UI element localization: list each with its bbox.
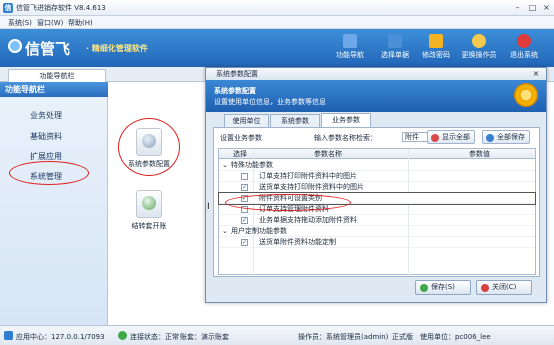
save-button-label: 保存(S)	[431, 283, 455, 291]
param-name: 业务单据支持拖动添加附件资料	[259, 216, 357, 224]
row-checkbox[interactable]: ✓	[241, 239, 248, 246]
check-icon	[420, 284, 428, 292]
status-edition: 正式版	[392, 333, 413, 341]
gear-icon	[514, 83, 538, 107]
save-button[interactable]: 保存(S)	[415, 280, 471, 295]
toolbar-nav-label: 功能导航	[336, 51, 364, 59]
row-checkbox[interactable]: ✓	[241, 184, 248, 191]
menu-help[interactable]: 帮助(H)	[68, 18, 93, 28]
toolbar-exit-label: 退出系统	[510, 51, 538, 59]
search-icon	[431, 134, 439, 142]
close-x-icon	[481, 284, 489, 292]
annotation-oval-tile	[118, 118, 180, 176]
settings-dialog: 系统参数配置 × 系统参数配置 设置使用单位信息，业务参数等信息 使用单位 系统…	[205, 67, 547, 303]
col-param-name: 参数名称	[314, 150, 342, 158]
group-label: 特殊功能参数	[231, 161, 273, 169]
table-row[interactable]: ✓ 送货单附件资料功能定制	[219, 237, 535, 248]
user-icon	[472, 34, 486, 48]
group-label: 用户定制功能参数	[231, 227, 287, 235]
toolbar-password-button[interactable]: 修改密码	[412, 31, 460, 65]
menu-bar: 系统(S) 窗口(W) 帮助(H)	[0, 16, 554, 29]
sidebar-item-business[interactable]: 业务处理	[30, 110, 62, 121]
status-operator: 操作员：系统管理员(admin)	[298, 333, 389, 341]
tile-carry-over[interactable]: 结转套开账	[123, 190, 175, 231]
toolbar-switch-user-label: 更换操作员	[461, 51, 497, 59]
toolbar-nav-button[interactable]: 功能导航	[326, 31, 374, 65]
connection-icon	[118, 331, 127, 340]
dialog-title: 系统参数配置	[206, 68, 546, 80]
dialog-header-desc: 设置使用单位信息，业务参数等信息	[214, 98, 326, 106]
search-label: 输入参数名称检索：	[314, 134, 377, 142]
docs-icon	[388, 34, 402, 48]
annotation-oval-system	[9, 161, 89, 185]
window-title: 信管飞进销存软件 V8.4.613	[16, 4, 106, 12]
save-icon	[486, 134, 494, 142]
sidebar-item-basic-data[interactable]: 基础资料	[30, 131, 62, 142]
close-button-label: 关闭(C)	[492, 283, 517, 291]
group-row[interactable]: ⌄ 特殊功能参数	[219, 160, 535, 171]
menu-system[interactable]: 系统(S)	[8, 18, 32, 28]
dialog-header-title: 系统参数配置	[214, 87, 256, 95]
sidebar-heading: 功能导航栏	[0, 82, 108, 97]
toolbar-switch-user-button[interactable]: 更换操作员	[455, 31, 503, 65]
param-name: 送货单支持打印附件资料中的图片	[259, 183, 364, 191]
collapse-icon[interactable]: ⌄	[222, 160, 228, 171]
table-row[interactable]: ✓ 业务单据支持拖动添加附件资料	[219, 215, 535, 226]
params-grid: 选择 参数名称 参数值 ⌄ 特殊功能参数 订单支持打印附件资料中的图片 ✓ 送货单支持打…	[218, 148, 536, 276]
show-all-label: 显示全部	[442, 133, 470, 141]
save-all-label: 全部保存	[497, 133, 525, 141]
status-connection: 连接状态：正常	[130, 333, 179, 341]
table-row[interactable]: ✓ 送货单支持打印附件资料中的图片	[219, 182, 535, 193]
close-button[interactable]: 关闭(C)	[476, 280, 532, 295]
menu-window[interactable]: 窗口(W)	[37, 18, 63, 28]
collapse-icon[interactable]: ⌄	[222, 226, 228, 237]
tile-carry-over-label: 结转套开账	[131, 222, 167, 230]
group-row[interactable]: ⌄ 用户定制功能参数	[219, 226, 535, 237]
dialog-header: 系统参数配置 设置使用单位信息，业务参数等信息	[206, 80, 546, 112]
status-account: 账套：演示账套	[180, 333, 229, 341]
tab-unit[interactable]: 使用单位	[224, 114, 269, 127]
database-add-icon	[136, 190, 162, 218]
tab-system-params[interactable]: 系统参数	[270, 114, 320, 127]
param-name: 送货单附件资料功能定制	[259, 238, 336, 246]
text-cursor-icon: I	[207, 202, 210, 212]
col-select: 选择	[233, 150, 247, 158]
table-row[interactable]: 订单支持打印附件资料中的图片	[219, 171, 535, 182]
row-checkbox[interactable]: ✓	[241, 217, 248, 224]
minimize-icon[interactable]: –	[510, 2, 525, 13]
save-all-button[interactable]: 全部保存	[482, 130, 530, 144]
app-window: 信 信管飞进销存软件 V8.4.613 – □ × 系统(S) 窗口(W) 帮助…	[0, 0, 554, 345]
exit-icon	[517, 34, 531, 48]
toolbar-exit-button[interactable]: 退出系统	[500, 31, 548, 65]
section-label: 设置业务参数	[220, 134, 262, 142]
toolbar-password-label: 修改密码	[422, 51, 450, 59]
close-icon[interactable]: ×	[539, 2, 554, 13]
title-bar: 信 信管飞进销存软件 V8.4.613 – □ ×	[0, 0, 554, 16]
app-logo-icon: 信	[3, 3, 13, 13]
app-center-icon	[4, 331, 13, 340]
lock-icon	[429, 34, 443, 48]
brand-logo-icon	[8, 39, 22, 53]
status-app-center: 应用中心：127.0.0.1/7093	[16, 333, 105, 341]
status-bar: 应用中心：127.0.0.1/7093 连接状态：正常 账套：演示账套 操作员：…	[0, 325, 554, 345]
brand-slogan: · 精细化管理软件	[86, 44, 148, 53]
nav-icon	[343, 34, 357, 48]
tab-business-params[interactable]: 业务参数	[321, 113, 371, 127]
grid-header: 选择 参数名称 参数值	[219, 149, 535, 159]
maximize-icon[interactable]: □	[525, 2, 540, 13]
tab-nav[interactable]: 功能导航栏	[8, 69, 106, 82]
brand-name: 信管飞	[25, 40, 71, 58]
show-all-button[interactable]: 显示全部	[427, 130, 475, 144]
col-param-value: 参数值	[469, 150, 490, 158]
banner: 信管飞 · 精细化管理软件 功能导航 选择单据 修改密码 更换操作员 退出系统	[0, 29, 554, 67]
status-unit: 使用单位：pc006_lee	[420, 333, 491, 341]
annotation-oval-row	[225, 194, 351, 211]
row-checkbox[interactable]	[241, 173, 248, 180]
dialog-close-icon[interactable]: ×	[529, 69, 543, 79]
param-name: 订单支持打印附件资料中的图片	[259, 172, 357, 180]
